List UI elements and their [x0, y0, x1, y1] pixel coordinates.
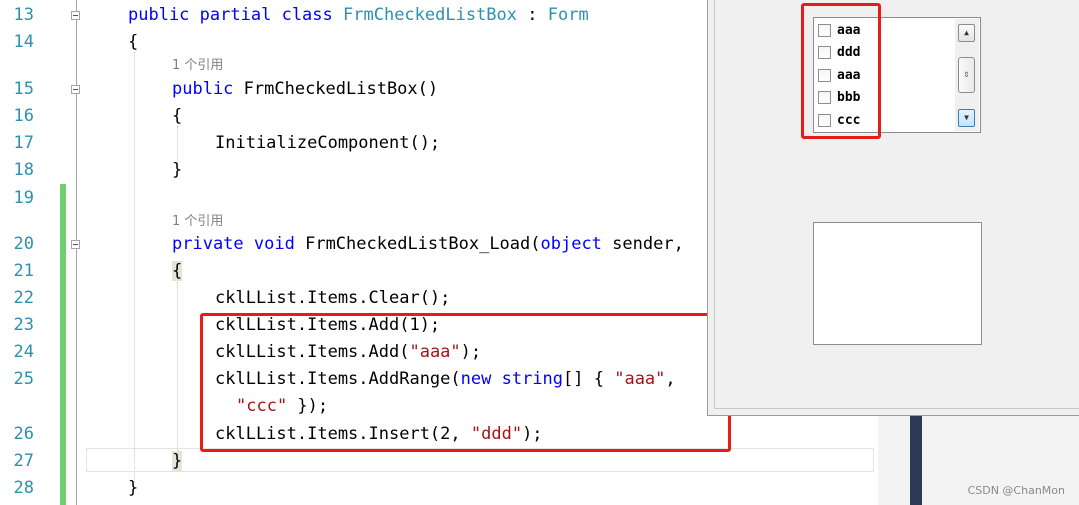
- watermark: CSDN @ChanMon: [967, 484, 1065, 497]
- matched-brace: }: [172, 451, 183, 471]
- line-number: 16: [13, 106, 34, 126]
- code-line-18[interactable]: }: [172, 159, 182, 181]
- fold-outline: [76, 0, 77, 505]
- line-number: 18: [13, 160, 34, 180]
- scroll-thumb[interactable]: ⇕: [958, 57, 975, 93]
- scroll-down-icon[interactable]: ▼: [958, 109, 975, 127]
- code-line-15[interactable]: public FrmCheckedListBox(): [172, 78, 438, 100]
- keyword: public: [172, 79, 234, 99]
- reference-count-hint[interactable]: 1 个引用: [172, 214, 223, 230]
- designer-edge-strip: [910, 416, 922, 505]
- code-line-13[interactable]: public partial class FrmCheckedListBox :…: [128, 4, 589, 26]
- line-number: 28: [13, 478, 34, 498]
- line-number: 17: [13, 133, 34, 153]
- keyword: object: [540, 234, 602, 254]
- parameter: sender,: [601, 234, 684, 254]
- code-highlight-box: [200, 313, 731, 452]
- code-line-21[interactable]: {: [172, 260, 183, 282]
- keyword: partial: [199, 5, 272, 25]
- keyword: class: [281, 5, 333, 25]
- base-class: Form: [547, 5, 589, 25]
- indent-guide: [134, 52, 135, 482]
- keyword: private: [172, 234, 244, 254]
- colon: :: [517, 5, 548, 25]
- code-line-22[interactable]: cklLList.Items.Clear();: [215, 287, 450, 309]
- collapse-icon[interactable]: [71, 240, 80, 249]
- line-number: 19: [13, 188, 34, 208]
- code-line-16[interactable]: {: [172, 105, 182, 127]
- line-number: 23: [13, 315, 34, 335]
- line-number: 13: [13, 5, 34, 25]
- line-number: 26: [13, 424, 34, 444]
- code-line-20[interactable]: private void FrmCheckedListBox_Load(obje…: [172, 233, 684, 255]
- keyword: void: [253, 234, 295, 254]
- vertical-scrollbar[interactable]: ▲ ⇕ ▼: [955, 19, 979, 131]
- line-number: 24: [13, 342, 34, 362]
- change-indicator-bar: [60, 184, 66, 505]
- keyword: public: [128, 5, 190, 25]
- method-signature: FrmCheckedListBox(): [233, 79, 439, 99]
- matched-brace: {: [172, 261, 183, 281]
- listbox-highlight-box: [801, 3, 881, 139]
- code-line-14[interactable]: {: [128, 31, 138, 53]
- scroll-up-icon[interactable]: ▲: [958, 24, 975, 42]
- line-number: 15: [13, 79, 34, 99]
- line-number: 21: [13, 261, 34, 281]
- code-line-17[interactable]: InitializeComponent();: [215, 132, 440, 154]
- indent-guide: [177, 282, 178, 450]
- reference-count-hint[interactable]: 1 个引用: [172, 58, 223, 74]
- line-number: 14: [13, 32, 34, 52]
- class-name: FrmCheckedListBox: [343, 5, 518, 25]
- line-number: 27: [13, 451, 34, 471]
- collapse-icon[interactable]: [71, 85, 80, 94]
- empty-panel[interactable]: [813, 222, 982, 345]
- line-number: 20: [13, 234, 34, 254]
- collapse-icon[interactable]: [71, 11, 80, 20]
- code-line-28[interactable]: }: [128, 477, 138, 499]
- method-name: FrmCheckedListBox_Load(: [294, 234, 541, 254]
- code-line-27[interactable]: }: [172, 450, 183, 472]
- line-number: 22: [13, 288, 34, 308]
- line-number: 25: [13, 369, 34, 389]
